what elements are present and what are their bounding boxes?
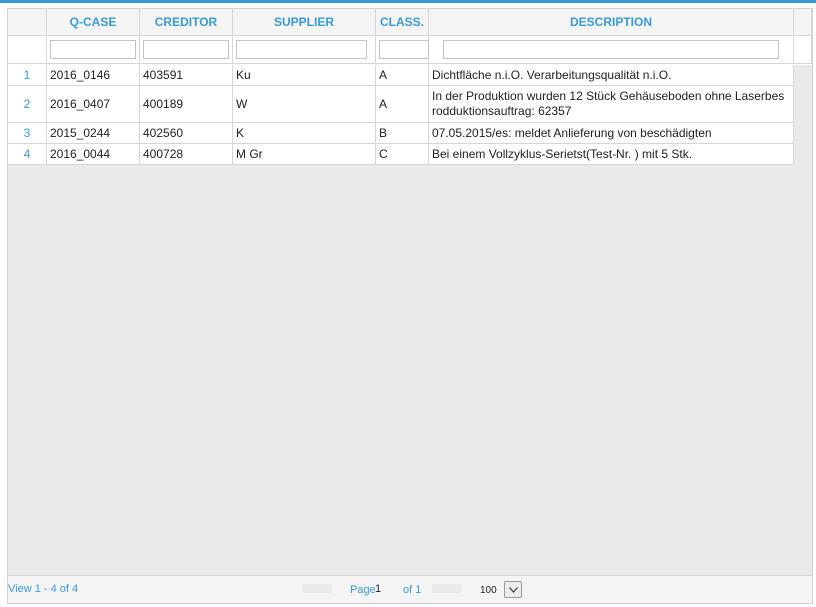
table-row[interactable]: 2 2016_0407 400189 W A In der Produktion…	[8, 86, 794, 123]
cell-creditor: 400189	[140, 86, 233, 122]
vertical-scrollbar[interactable]	[794, 65, 812, 575]
filter-scroll-spacer	[794, 36, 812, 64]
filter-class-input[interactable]	[379, 40, 429, 59]
filter-description-input[interactable]	[443, 40, 779, 59]
first-page-button[interactable]	[302, 584, 332, 593]
row-number: 4	[8, 144, 47, 164]
row-number: 1	[8, 65, 47, 85]
row-number: 3	[8, 123, 47, 143]
cell-class: B	[376, 123, 429, 143]
cell-creditor: 400728	[140, 144, 233, 164]
page-total-text: of 1	[403, 584, 422, 596]
cell-description: 07.05.2015/es: meldet Anlieferung von be…	[429, 123, 794, 143]
cell-description: Bei einem Vollzyklus-Serietst(Test-Nr. )…	[429, 144, 794, 164]
page-size-dropdown[interactable]	[504, 581, 522, 598]
filter-row	[8, 36, 812, 64]
column-header-class[interactable]: CLASS.	[376, 9, 429, 36]
cell-description: Dichtfläche n.i.O. Verarbeitungsqualität…	[429, 65, 794, 85]
cell-qcase: 2016_0407	[47, 86, 140, 122]
cell-class: A	[376, 86, 429, 122]
column-header-supplier[interactable]: SUPPLIER	[233, 9, 376, 36]
filter-cell-supplier	[233, 36, 376, 64]
table-row[interactable]: 1 2016_0146 403591 Ku A Dichtfläche n.i.…	[8, 65, 794, 86]
cell-description: In der Produktion wurden 12 Stück Gehäus…	[429, 86, 794, 122]
page-size-value: 100	[480, 585, 497, 596]
cell-supplier: W	[233, 86, 376, 122]
grid-body: 1 2016_0146 403591 Ku A Dichtfläche n.i.…	[8, 65, 812, 575]
top-accent-line	[0, 0, 816, 3]
grid-header: Q-CASE CREDITOR SUPPLIER CLASS. DESCRIPT…	[8, 9, 812, 36]
rownum-header	[8, 9, 47, 36]
page-label: Page	[350, 584, 376, 596]
cell-class: A	[376, 65, 429, 85]
column-header-qcase[interactable]: Q-CASE	[47, 9, 140, 36]
filter-rownum-cell	[8, 36, 47, 64]
data-grid: Q-CASE CREDITOR SUPPLIER CLASS. DESCRIPT…	[7, 8, 813, 604]
filter-cell-qcase	[47, 36, 140, 64]
filter-cell-class	[376, 36, 429, 64]
cell-creditor: 402560	[140, 123, 233, 143]
filter-qcase-input[interactable]	[50, 40, 136, 59]
filter-cell-description	[429, 36, 794, 64]
filter-cell-creditor	[140, 36, 233, 64]
cell-creditor: 403591	[140, 65, 233, 85]
table-row[interactable]: 4 2016_0044 400728 M Gr C Bei einem Voll…	[8, 144, 794, 165]
table-row[interactable]: 3 2015_0244 402560 K B 07.05.2015/es: me…	[8, 123, 794, 144]
cell-qcase: 2016_0146	[47, 65, 140, 85]
cell-qcase: 2015_0244	[47, 123, 140, 143]
page-number-input[interactable]	[375, 581, 399, 597]
view-records-text: View 1 - 4 of 4	[8, 583, 79, 595]
cell-supplier: M Gr	[233, 144, 376, 164]
chevron-down-icon	[509, 587, 518, 593]
header-scroll-spacer	[794, 9, 812, 36]
filter-creditor-input[interactable]	[143, 40, 229, 59]
cell-supplier: K	[233, 123, 376, 143]
column-header-description[interactable]: DESCRIPTION	[429, 9, 794, 36]
cell-class: C	[376, 144, 429, 164]
cell-supplier: Ku	[233, 65, 376, 85]
filter-supplier-input[interactable]	[236, 40, 367, 59]
column-header-creditor[interactable]: CREDITOR	[140, 9, 233, 36]
pager-bar: View 1 - 4 of 4 Page of 1 100	[8, 575, 812, 603]
cell-qcase: 2016_0044	[47, 144, 140, 164]
next-page-button[interactable]	[432, 584, 462, 593]
row-number: 2	[8, 86, 47, 122]
